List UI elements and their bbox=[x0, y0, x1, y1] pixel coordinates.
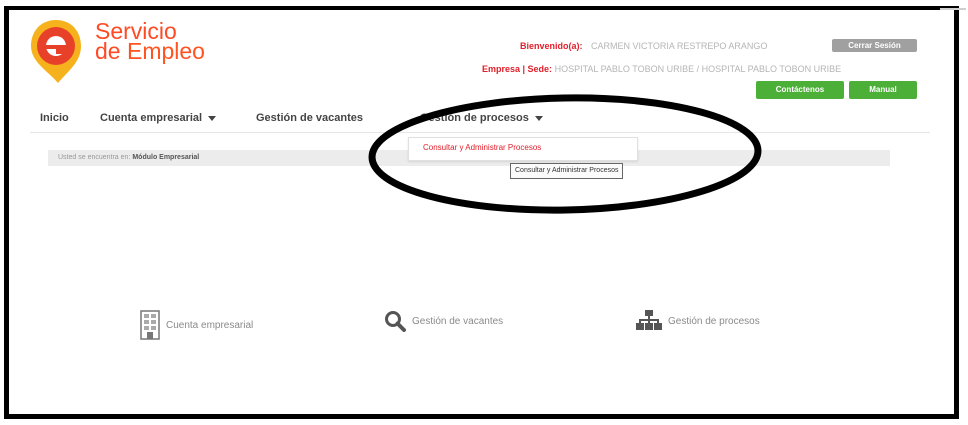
breadcrumb-current: Módulo Empresarial bbox=[132, 154, 200, 161]
feature-label: Gestión de procesos bbox=[668, 315, 760, 327]
nav-item-gestion-procesos[interactable]: Gestión de procesos bbox=[420, 112, 543, 124]
nav-label: Gestión de procesos bbox=[420, 112, 529, 124]
main-nav: Inicio Cuenta empresarial Gestión de vac… bbox=[30, 106, 930, 133]
nav-item-inicio[interactable]: Inicio bbox=[40, 112, 69, 124]
nav-item-cuenta-empresarial[interactable]: Cuenta empresarial bbox=[100, 112, 217, 124]
menu-item-consultar-procesos[interactable]: Consultar y Administrar Procesos bbox=[423, 143, 541, 152]
chevron-down-icon bbox=[208, 115, 217, 121]
user-name: CARMEN VICTORIA RESTREPO ARANGO bbox=[591, 41, 768, 51]
manual-button[interactable]: Manual bbox=[849, 81, 917, 99]
tooltip: Consultar y Administrar Procesos bbox=[510, 163, 624, 179]
procesos-dropdown-menu: Consultar y Administrar Procesos bbox=[408, 137, 638, 161]
feature-label: Gestión de vacantes bbox=[412, 315, 504, 327]
feature-gestion-procesos[interactable]: Gestión de procesos bbox=[636, 310, 760, 332]
building-icon bbox=[140, 310, 160, 340]
company-row: Empresa | Sede: HOSPITAL PABLO TOBON URI… bbox=[482, 64, 841, 74]
window-edge-line bbox=[940, 8, 966, 10]
search-icon bbox=[385, 311, 406, 332]
breadcrumb-prefix: Usted se encuentra en: bbox=[58, 154, 131, 161]
logo-line-2b: Empleo bbox=[126, 38, 205, 64]
nav-label: Cuenta empresarial bbox=[100, 112, 203, 124]
org-chart-icon bbox=[636, 310, 662, 330]
close-session-button[interactable]: Cerrar Sesión bbox=[832, 39, 917, 52]
welcome-row: Bienvenido(a): CARMEN VICTORIA RESTREPO … bbox=[520, 41, 767, 51]
company-value: HOSPITAL PABLO TOBON URIBE / HOSPITAL PA… bbox=[554, 64, 842, 74]
feature-label: Cuenta empresarial bbox=[166, 319, 254, 331]
logo-badge-icon[interactable] bbox=[28, 16, 84, 86]
nav-label: Gestión de vacantes bbox=[256, 112, 363, 124]
logo-line-2: de Empleo bbox=[95, 38, 205, 64]
nav-label: Inicio bbox=[40, 112, 69, 124]
nav-item-gestion-vacantes[interactable]: Gestión de vacantes bbox=[256, 112, 363, 124]
feature-cuenta-empresarial[interactable]: Cuenta empresarial bbox=[140, 310, 253, 340]
company-label: Empresa | Sede: bbox=[482, 64, 553, 74]
logo-line-2a: de bbox=[95, 38, 127, 64]
welcome-label: Bienvenido(a): bbox=[520, 41, 583, 51]
chevron-down-icon bbox=[534, 115, 543, 121]
logo-wordmark[interactable]: Servicio de Empleo bbox=[95, 20, 205, 64]
contact-button[interactable]: Contáctenos bbox=[756, 81, 844, 99]
feature-gestion-vacantes[interactable]: Gestión de vacantes bbox=[384, 310, 503, 332]
